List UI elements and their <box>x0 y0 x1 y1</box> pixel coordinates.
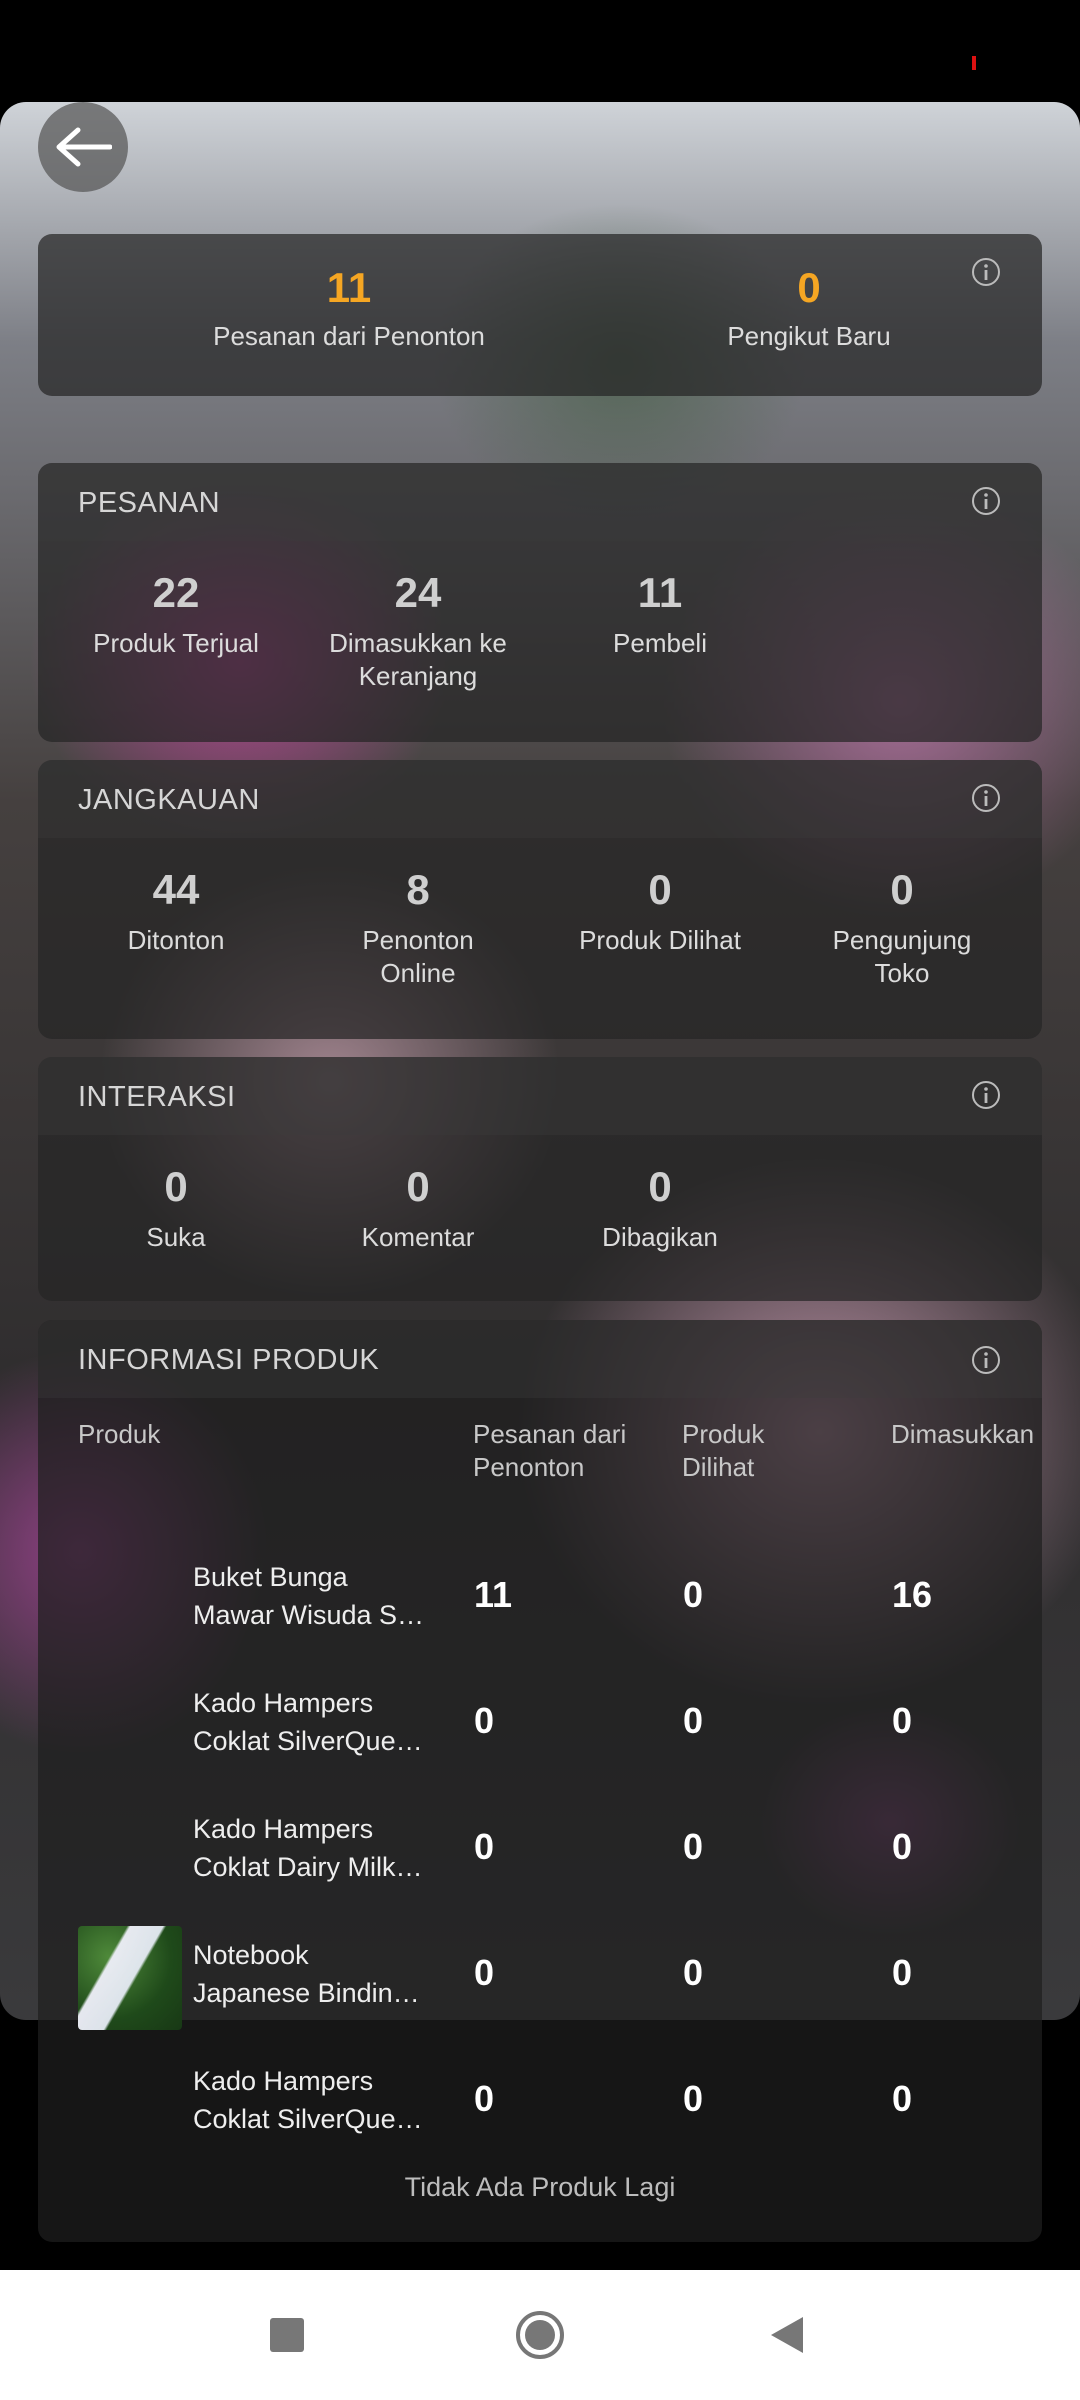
stat-orders-from-viewers: 11 Pesanan dari Penonton <box>213 264 485 353</box>
stat-label: Pengunjung Toko <box>832 925 972 988</box>
card-title: INTERAKSI <box>78 1081 236 1113</box>
views-value: 0 <box>683 1952 704 1993</box>
square-icon <box>270 2318 304 2352</box>
stat-label: Dimasukkan ke Keranjang <box>329 628 507 691</box>
stat-value: 44 <box>152 866 200 913</box>
info-icon[interactable] <box>970 485 1002 517</box>
stat-online-viewers: 8 Penonton Online <box>298 866 538 990</box>
recents-button[interactable] <box>262 2310 312 2360</box>
product-name: Kado Hampers Coklat Dairy Milk… <box>193 1814 423 1882</box>
product-thumbnail <box>78 1926 182 2030</box>
stat-label: Pembeli <box>613 628 707 658</box>
views-value: 0 <box>683 1826 704 1867</box>
stat-comments: 0 Komentar <box>298 1163 538 1254</box>
cart-value: 0 <box>892 1826 913 1867</box>
stat-added-to-cart: 24 Dimasukkan ke Keranjang <box>298 569 538 693</box>
product-name: Buket Bunga Mawar Wisuda S… <box>193 1562 425 1630</box>
column-header-product: Produk <box>78 1419 161 1449</box>
cart-value: 0 <box>892 1700 913 1741</box>
cart-value: 0 <box>892 2078 913 2119</box>
orders-value: 0 <box>474 1826 495 1867</box>
circle-icon <box>516 2311 564 2359</box>
stat-value: 0 <box>648 1163 672 1210</box>
stat-label: Produk Dilihat <box>579 925 741 955</box>
navigation-bar <box>0 2270 1080 2400</box>
info-icon[interactable] <box>970 1344 1002 1376</box>
stat-new-followers: 0 Pengikut Baru <box>649 264 969 353</box>
column-header-cart: Dimasukkan ke Keranjang <box>891 1419 1042 1449</box>
triangle-icon <box>771 2317 803 2353</box>
interaction-card: INTERAKSI 0 Suka 0 Komentar 0 Dibagikan <box>38 1057 1042 1301</box>
stat-label: Komentar <box>361 1222 475 1252</box>
stat-products-sold: 22 Produk Terjual <box>56 569 296 660</box>
stat-label: Pengikut Baru <box>727 321 891 351</box>
column-header-views: Produk Dilihat <box>682 1419 765 1482</box>
table-row[interactable]: Kado Hampers Coklat Dairy Milk… 0 0 0 <box>38 1786 1042 1912</box>
column-header-orders: Pesanan dari Penonton <box>473 1419 627 1482</box>
stat-value: 11 <box>326 264 372 311</box>
stat-label: Penonton Online <box>362 925 474 988</box>
product-name: Kado Hampers Coklat SilverQue… <box>193 1688 423 1756</box>
stat-buyers: 11 Pembeli <box>540 569 780 660</box>
stat-value: 0 <box>797 264 821 311</box>
views-value: 0 <box>683 1700 704 1741</box>
views-value: 0 <box>683 2078 704 2119</box>
back-nav-button[interactable] <box>762 2310 812 2360</box>
home-button[interactable] <box>512 2310 568 2360</box>
table-row[interactable]: Buket Bunga Mawar Wisuda S… 11 0 16 <box>38 1534 1042 1660</box>
orders-value: 0 <box>474 1700 495 1741</box>
product-name: Kado Hampers Coklat SilverQue… <box>193 2066 423 2134</box>
stat-product-views: 0 Produk Dilihat <box>540 866 780 957</box>
stat-views: 44 Ditonton <box>56 866 296 957</box>
arrow-left-icon <box>56 127 112 167</box>
card-title: PESANAN <box>78 487 221 519</box>
stat-value: 11 <box>637 569 683 616</box>
stat-store-visitors: 0 Pengunjung Toko <box>782 866 1022 990</box>
card-title: JANGKAUAN <box>78 784 260 816</box>
orders-value: 0 <box>474 2078 495 2119</box>
stat-label: Dibagikan <box>602 1222 718 1252</box>
stat-likes: 0 Suka <box>56 1163 296 1254</box>
info-icon[interactable] <box>970 782 1002 814</box>
orders-card: PESANAN 22 Produk Terjual 24 Dimasukkan … <box>38 463 1042 742</box>
stat-value: 0 <box>164 1163 188 1210</box>
product-name: Notebook Japanese Bindin… <box>193 1940 420 2008</box>
card-title: INFORMASI PRODUK <box>78 1344 380 1376</box>
no-more-products: Tidak Ada Produk Lagi <box>404 2172 676 2202</box>
stat-shares: 0 Dibagikan <box>540 1163 780 1254</box>
stat-value: 24 <box>394 569 442 616</box>
stat-label: Ditonton <box>127 925 225 955</box>
stat-value: 0 <box>648 866 672 913</box>
status-bar <box>0 0 1080 100</box>
stat-value: 0 <box>406 1163 430 1210</box>
reach-card: JANGKAUAN 44 Ditonton 8 Penonton Online … <box>38 760 1042 1039</box>
summary-card: 11 Pesanan dari Penonton 0 Pengikut Baru <box>38 234 1042 396</box>
orders-value: 11 <box>474 1574 513 1615</box>
stat-value: 8 <box>406 866 430 913</box>
orders-value: 0 <box>474 1952 495 1993</box>
stat-label: Suka <box>146 1222 206 1252</box>
product-info-card: INFORMASI PRODUK Produk Pesanan dari Pen… <box>38 1320 1042 2242</box>
info-icon[interactable] <box>970 1079 1002 1111</box>
cart-value: 0 <box>892 1952 913 1993</box>
recording-indicator <box>972 56 976 70</box>
table-row[interactable]: Notebook Japanese Bindin… 0 0 0 <box>38 1912 1042 2038</box>
back-button[interactable] <box>38 102 128 192</box>
stat-label: Pesanan dari Penonton <box>213 321 485 351</box>
stat-value: 22 <box>152 569 200 616</box>
stat-value: 0 <box>890 866 914 913</box>
stat-label: Produk Terjual <box>93 628 259 658</box>
info-icon[interactable] <box>970 256 1002 288</box>
table-row[interactable]: Kado Hampers Coklat SilverQue… 0 0 0 <box>38 1660 1042 1786</box>
views-value: 0 <box>683 1574 704 1615</box>
table-row[interactable]: Kado Hampers Coklat SilverQue… 0 0 0 <box>38 2038 1042 2164</box>
cart-value: 16 <box>892 1574 933 1615</box>
